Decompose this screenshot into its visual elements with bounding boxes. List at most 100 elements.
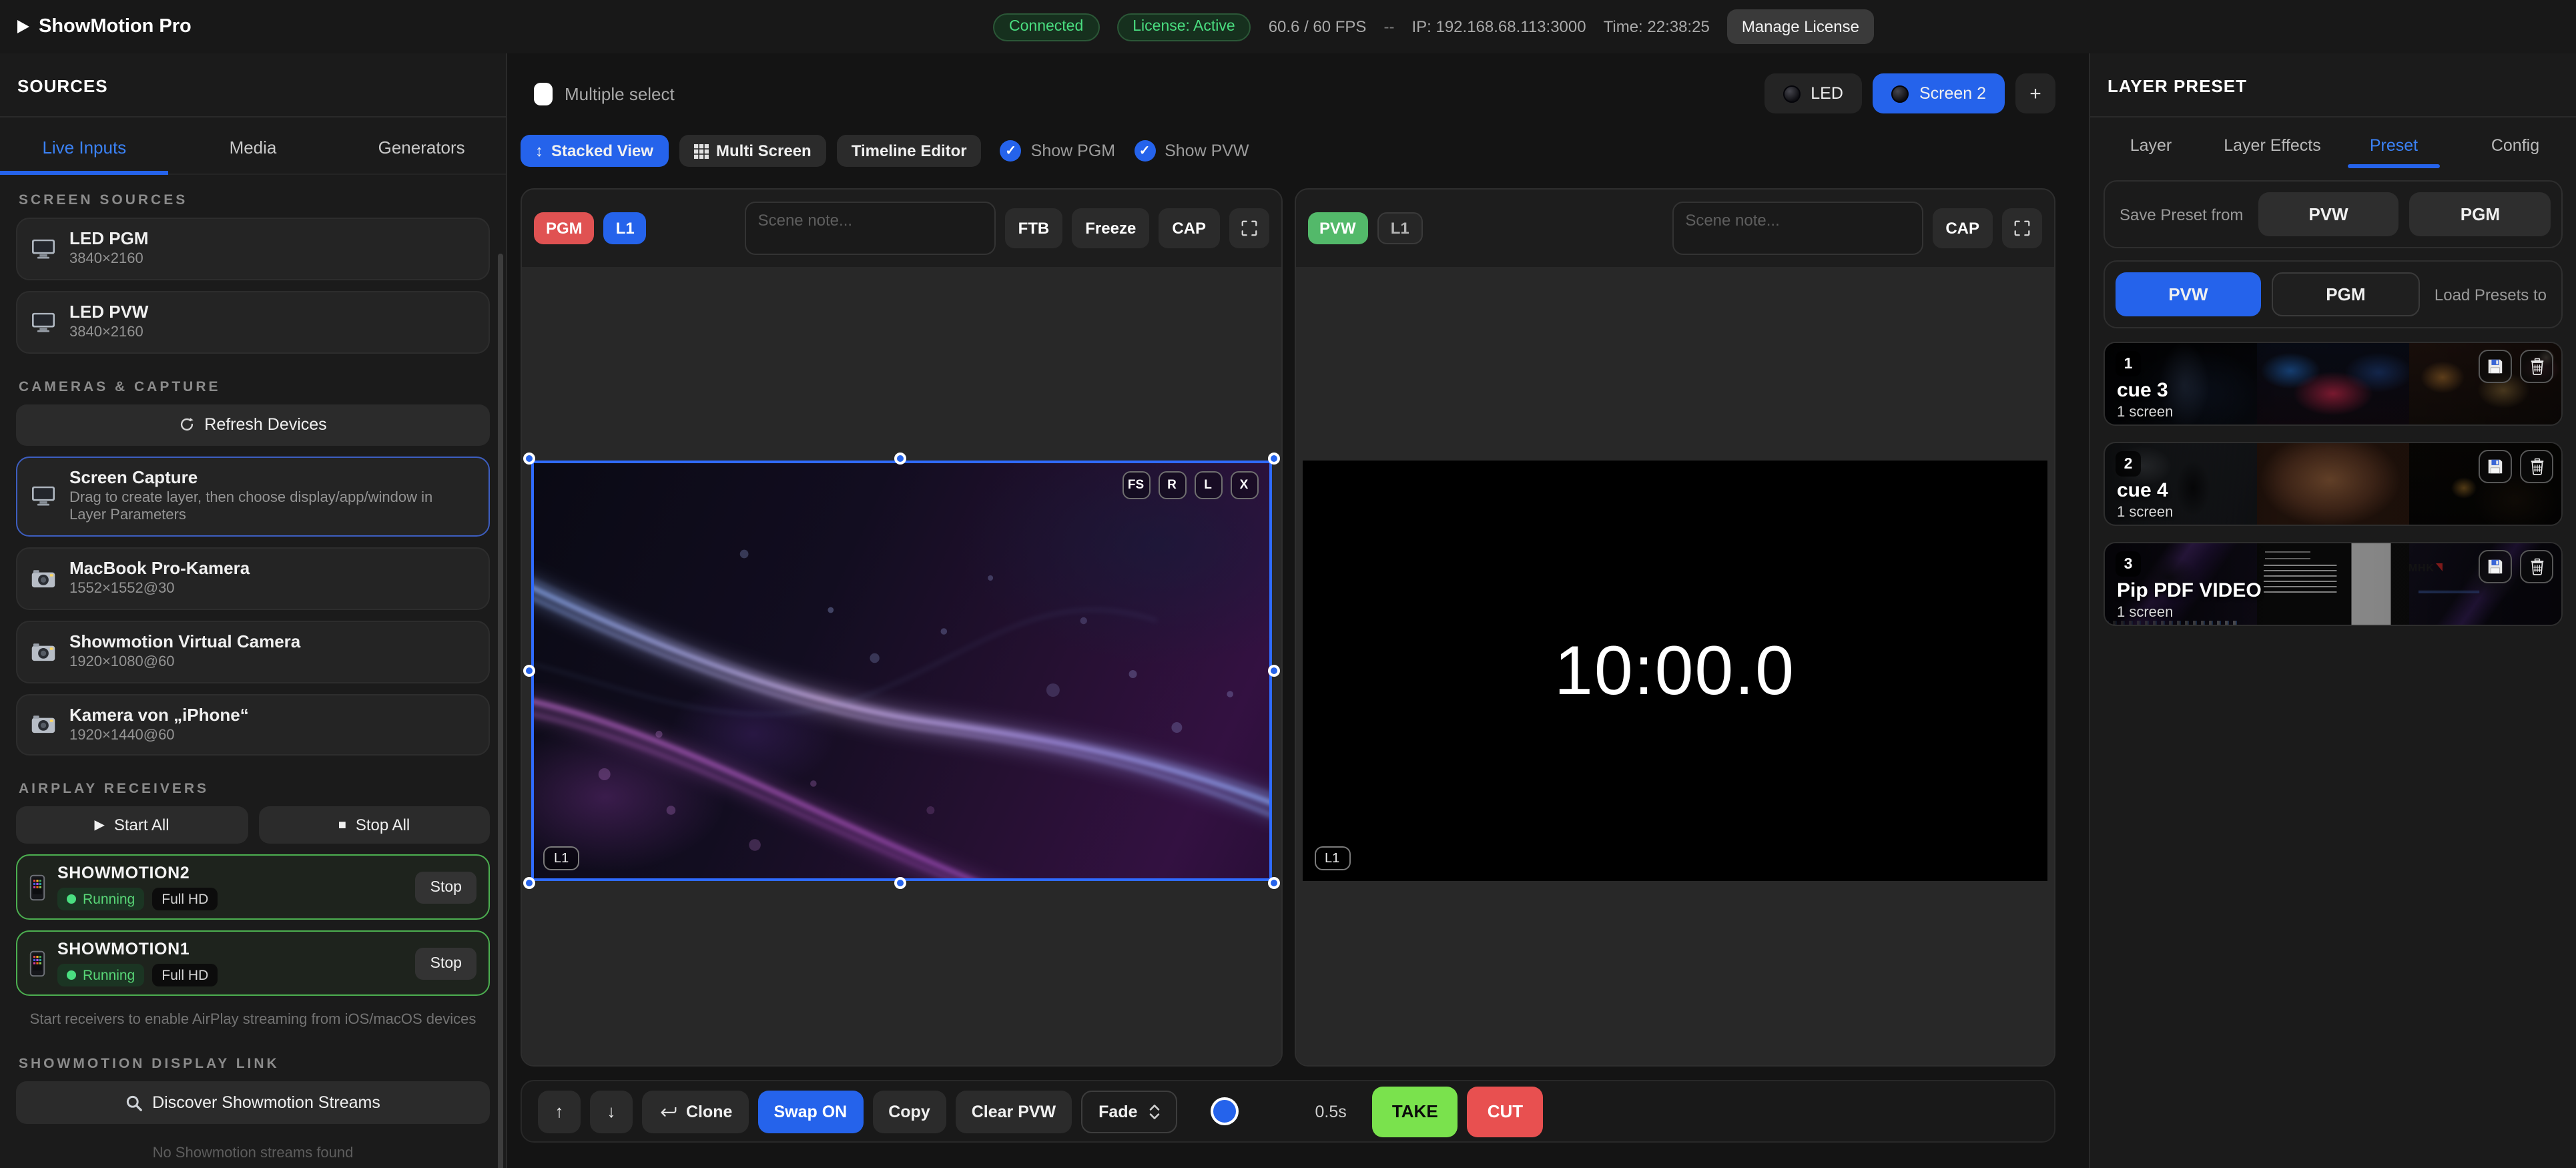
pvw-cap-button[interactable]: CAP [1932, 208, 1993, 248]
tab-media[interactable]: Media [169, 117, 338, 174]
copy-button[interactable]: Copy [872, 1090, 946, 1133]
resize-handle[interactable] [523, 453, 535, 465]
pgm-viewport[interactable]: FS R L X L1 [522, 267, 1281, 1065]
save-preset-icon-button[interactable] [2479, 550, 2512, 583]
delete-preset-icon-button[interactable] [2520, 550, 2553, 583]
pgm-layer-badge[interactable]: L1 [604, 212, 647, 244]
pvw-video-layer[interactable]: 10:00.0 L1 [1302, 461, 2047, 881]
transition-select[interactable]: Fade [1081, 1090, 1177, 1133]
save-preset-icon-button[interactable] [2479, 350, 2512, 383]
multiple-select-checkbox[interactable] [534, 82, 553, 105]
receiver-stop-button[interactable]: Stop [416, 948, 476, 980]
source-screen-capture[interactable]: Screen Capture Drag to create layer, the… [16, 456, 490, 537]
tab-layer-effects[interactable]: Layer Effects [2212, 117, 2333, 168]
pgm-cap-button[interactable]: CAP [1159, 208, 1219, 248]
cameras-capture-label: CAMERAS & CAPTURE [19, 378, 487, 394]
pgm-scene-note-input[interactable] [745, 202, 996, 255]
tab-live-inputs[interactable]: Live Inputs [0, 117, 169, 174]
layer-l-button[interactable]: L [1194, 471, 1222, 499]
preset-row-pip-pdf-video[interactable]: MHK 3 Pip PDF VIDEO 1 screen [2104, 542, 2563, 626]
sidebar-scrollbar[interactable] [498, 254, 503, 1168]
resize-handle[interactable] [1267, 453, 1279, 465]
load-to-pvw-button[interactable]: PVW [2116, 272, 2261, 316]
preset-row-cue3[interactable]: 1 cue 3 1 screen [2104, 342, 2563, 426]
pvw-scene-note-input[interactable] [1672, 202, 1923, 255]
clone-icon [658, 1105, 677, 1118]
load-to-pgm-button[interactable]: PGM [2272, 272, 2420, 316]
receiver-showmotion1[interactable]: SHOWMOTION1 Running Full HD Stop [16, 931, 490, 996]
clone-button[interactable]: Clone [642, 1090, 748, 1133]
preset-screens: 1 screen [2117, 505, 2173, 521]
refresh-devices-button[interactable]: Refresh Devices [16, 404, 490, 445]
resize-handle[interactable] [895, 877, 907, 889]
timeline-editor-button[interactable]: Timeline Editor [837, 135, 982, 167]
screen-tab-screen2[interactable]: Screen 2 [1873, 73, 2005, 113]
connected-badge: Connected [993, 13, 1099, 41]
source-macbook-camera[interactable]: MacBook Pro-Kamera 1552×1552@30 [16, 547, 490, 610]
layer-x-button[interactable]: X [1230, 471, 1258, 499]
receiver-showmotion2[interactable]: SHOWMOTION2 Running Full HD Stop [16, 855, 490, 920]
save-from-pgm-button[interactable]: PGM [2410, 192, 2551, 236]
screen-tabs: LED Screen 2 + [1764, 73, 2055, 113]
ftb-button[interactable]: FTB [1005, 208, 1063, 248]
layer-r-button[interactable]: R [1158, 471, 1186, 499]
resize-handle[interactable] [1267, 664, 1279, 676]
preset-row-cue4[interactable]: 2 cue 4 1 screen [2104, 442, 2563, 526]
camera-icon [31, 715, 56, 735]
resize-handle[interactable] [523, 664, 535, 676]
tab-layer[interactable]: Layer [2090, 117, 2212, 168]
pgm-video-layer[interactable]: FS R L X L1 [531, 461, 1271, 881]
multi-screen-button[interactable]: Multi Screen [679, 135, 826, 167]
resize-handle[interactable] [1267, 877, 1279, 889]
pvw-badge: PVW [1307, 212, 1368, 244]
source-detail: 1920×1440@60 [69, 727, 249, 746]
resize-handle[interactable] [523, 877, 535, 889]
status-dot [67, 971, 76, 980]
monitor-icon [31, 238, 56, 260]
move-down-button[interactable]: ↓ [590, 1090, 633, 1133]
pvw-layer-badge[interactable]: L1 [1377, 212, 1423, 244]
discover-streams-button[interactable]: Discover Showmotion Streams [16, 1082, 490, 1125]
delete-preset-icon-button[interactable] [2520, 450, 2553, 483]
show-pvw-toggle[interactable]: ✓ Show PVW [1134, 140, 1249, 162]
swap-on-button[interactable]: Swap ON [757, 1090, 863, 1133]
stacked-view-icon: ↕ [535, 141, 543, 160]
screen-tab-led[interactable]: LED [1764, 73, 1862, 113]
move-up-button[interactable]: ↑ [538, 1090, 581, 1133]
show-pgm-toggle[interactable]: ✓ Show PGM [1000, 140, 1115, 162]
pvw-viewport[interactable]: 10:00.0 L1 [1295, 267, 2054, 1065]
cut-button[interactable]: CUT [1468, 1086, 1543, 1137]
preset-name: cue 4 [2117, 479, 2168, 502]
start-all-button[interactable]: ▶ Start All [16, 807, 248, 844]
take-button[interactable]: TAKE [1372, 1086, 1458, 1137]
pgm-badge: PGM [534, 212, 595, 244]
layer-fs-button[interactable]: FS [1122, 471, 1150, 499]
tab-generators[interactable]: Generators [337, 117, 506, 174]
delete-preset-icon-button[interactable] [2520, 350, 2553, 383]
source-iphone-camera[interactable]: Kamera von „iPhone“ 1920×1440@60 [16, 693, 490, 756]
save-from-pvw-button[interactable]: PVW [2258, 192, 2398, 236]
stop-all-button[interactable]: ■ Stop All [258, 807, 490, 844]
duration-value: 0.5s [1315, 1102, 1347, 1121]
pgm-fullscreen-button[interactable] [1229, 208, 1269, 248]
tab-config[interactable]: Config [2455, 117, 2576, 168]
add-screen-button[interactable]: + [2015, 73, 2055, 113]
tab-preset[interactable]: Preset [2333, 117, 2455, 168]
time-readout: Time: 22:38:25 [1604, 17, 1710, 36]
sources-scroll-area[interactable]: SCREEN SOURCES LED PGM 3840×2160 [0, 175, 506, 1168]
manage-license-button[interactable]: Manage License [1727, 9, 1874, 44]
pgm-layer-chip: L1 [543, 846, 579, 870]
checkmark-icon: ✓ [1134, 140, 1155, 162]
freeze-button[interactable]: Freeze [1072, 208, 1149, 248]
source-led-pgm[interactable]: LED PGM 3840×2160 [16, 218, 490, 280]
transport-bar: ↑ ↓ Clone Swap ON Copy Clear PVW Fade [521, 1080, 2055, 1143]
clear-pvw-button[interactable]: Clear PVW [956, 1090, 1072, 1133]
stacked-view-button[interactable]: ↕ Stacked View [521, 135, 668, 167]
stop-all-label: Stop All [356, 816, 410, 835]
receiver-stop-button[interactable]: Stop [416, 872, 476, 904]
source-virtual-camera[interactable]: Showmotion Virtual Camera 1920×1080@60 [16, 621, 490, 683]
source-led-pvw[interactable]: LED PVW 3840×2160 [16, 291, 490, 354]
save-preset-icon-button[interactable] [2479, 450, 2512, 483]
pvw-fullscreen-button[interactable] [2002, 208, 2042, 248]
duration-slider-knob[interactable] [1211, 1097, 1239, 1125]
